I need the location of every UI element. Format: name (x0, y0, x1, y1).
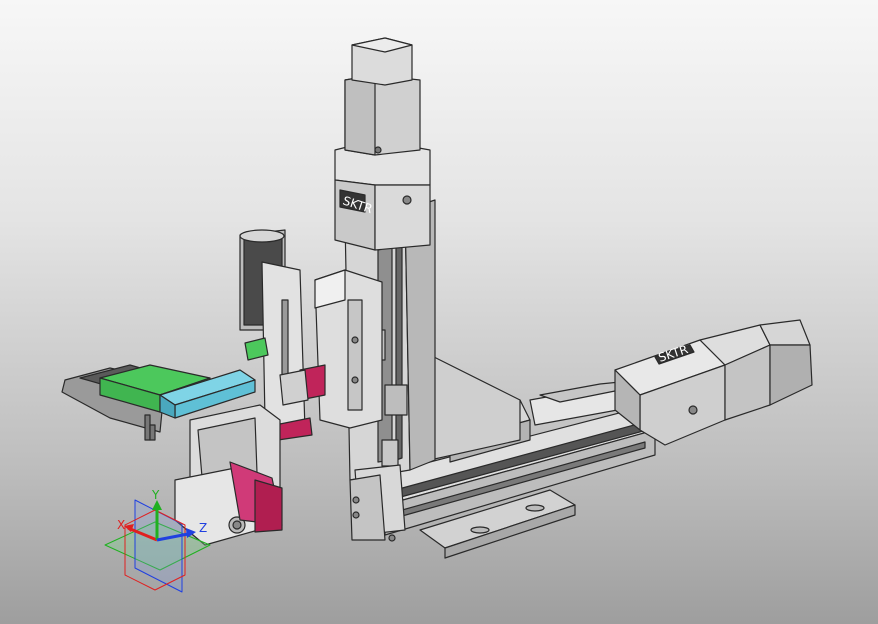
triad-y-label: Y (151, 488, 160, 502)
horizontal-axis-module[interactable]: SKTR (379, 319, 813, 559)
vertical-axis-module[interactable]: SKTR (314, 37, 436, 542)
3d-viewport[interactable]: SKTR SKTR X Y Z (0, 0, 878, 624)
triad-x-label: X (117, 518, 125, 532)
triad-z-label: Z (199, 521, 207, 535)
cad-model[interactable]: SKTR SKTR X Y Z (0, 0, 878, 624)
